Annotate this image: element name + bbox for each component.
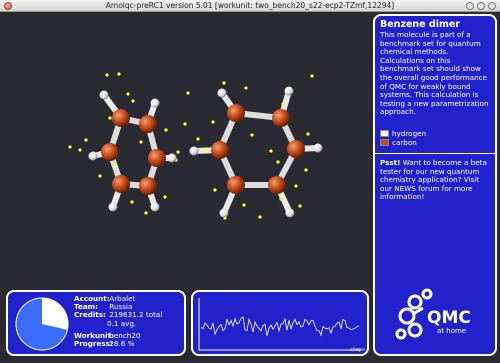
electron-walker	[163, 195, 167, 199]
electron-walker	[281, 102, 285, 106]
electron-walker	[222, 81, 226, 85]
electron-walker	[250, 133, 254, 137]
electron-walker	[306, 132, 310, 136]
carbon-atom	[268, 176, 286, 194]
hydrogen-atom	[217, 88, 227, 98]
electron-walker	[294, 184, 298, 188]
carbon-atom	[211, 141, 229, 159]
energy-trace	[200, 316, 360, 337]
hydrogen-atom	[167, 153, 177, 163]
credits-avg: 0.1 avg.	[107, 318, 137, 328]
beta-tester-notice: Psst! Want to become a beta tester for o…	[380, 158, 490, 202]
minimize-icon[interactable]	[466, 2, 474, 10]
legend-label-hydrogen: hydrogen	[392, 128, 427, 138]
hydrogen-atom	[284, 86, 294, 96]
graph-x-label: steps	[350, 347, 365, 353]
electron-walker	[269, 149, 273, 153]
electron-walker	[98, 174, 102, 178]
logo-text-sub: at home	[437, 327, 466, 335]
logo-text-main: QMC	[427, 308, 471, 328]
hydrogen-atom	[285, 208, 295, 218]
carbon-atom	[148, 149, 166, 167]
carbon-atom	[139, 177, 157, 195]
electron-walker	[78, 148, 82, 152]
electron-walker	[68, 145, 72, 149]
electron-walker	[276, 160, 280, 164]
hydrogen-atom	[150, 202, 160, 212]
credits-label: Credits:	[74, 310, 106, 320]
progress-value: 28.6 %	[109, 339, 135, 349]
energy-graph-panel: steps	[191, 290, 369, 356]
electron-walker	[310, 74, 314, 78]
electron-walker	[131, 99, 135, 103]
electron-walker	[204, 148, 208, 152]
carbon-atom	[227, 176, 245, 194]
electron-walker	[186, 91, 190, 95]
hydrogen-atom	[219, 208, 229, 218]
electron-walker	[244, 86, 248, 90]
electron-walker	[242, 203, 246, 207]
electron-walker	[130, 200, 134, 204]
maximize-icon[interactable]	[477, 2, 485, 10]
legend-item-hydrogen: hydrogen	[380, 129, 490, 138]
electron-walker	[279, 197, 283, 201]
molecule-viewport[interactable]	[0, 12, 372, 290]
stat-lines: Account: Arbalet Team: Russia Credits: 2…	[74, 294, 162, 349]
bond-group	[90, 88, 321, 216]
progress-label: Progress:	[74, 339, 113, 349]
electron-walker	[144, 211, 148, 215]
window-title: Amolqc-preRC1 version 5.01 [workunit: tw…	[105, 1, 395, 10]
legend-label-carbon: carbon	[392, 137, 417, 147]
electron-walker	[139, 140, 143, 144]
panel-divider	[375, 152, 495, 154]
hydrogen-atom	[99, 90, 109, 100]
progress-pie-chart	[15, 297, 69, 351]
carbon-atom	[287, 140, 305, 158]
hydrogen-atom	[189, 146, 199, 156]
carbon-atom	[101, 143, 119, 161]
energy-graph	[198, 298, 361, 351]
molecule-description: This molecule is part of a benchmark set…	[380, 30, 489, 117]
hydrogen-atom	[88, 151, 98, 161]
qmc-logo: QMC at home	[395, 288, 471, 340]
progress-row: Progress: 28.6 %	[74, 339, 162, 349]
carbon-atom	[139, 115, 157, 133]
electron-walker	[108, 116, 112, 120]
electron-walker	[258, 215, 262, 219]
electron-walker	[84, 138, 88, 142]
atom-legend: hydrogen carbon	[380, 129, 490, 147]
carbon-swatch	[380, 138, 389, 146]
electron-walker	[126, 92, 130, 96]
electron-walker	[211, 120, 215, 124]
hydrogen-atom	[150, 98, 160, 108]
restore-icon[interactable]	[488, 2, 496, 10]
carbon-atom	[112, 109, 130, 127]
electron-walker	[176, 150, 180, 154]
electron-walker	[304, 168, 308, 172]
molecule-heading: Benzene dimer	[380, 19, 461, 30]
electron-walker	[213, 188, 217, 192]
legend-item-carbon: carbon	[380, 138, 490, 147]
hydrogen-atom	[108, 202, 118, 212]
carbon-atom	[272, 109, 290, 127]
carbon-atom	[227, 104, 245, 122]
electron-walker	[164, 128, 168, 132]
electron-walker	[117, 72, 121, 76]
hydrogen-atom	[313, 143, 323, 153]
electron-walker	[183, 122, 187, 126]
electron-walker	[196, 137, 200, 141]
hydrogen-swatch	[380, 129, 389, 137]
electron-walker	[113, 164, 117, 168]
electron-walker	[298, 204, 302, 208]
window-titlebar: Amolqc-preRC1 version 5.01 [workunit: tw…	[0, 0, 500, 12]
carbon-atom	[112, 175, 130, 193]
stats-panel: Account: Arbalet Team: Russia Credits: 2…	[6, 290, 186, 356]
electron-walker	[105, 73, 109, 77]
info-panel: Benzene dimer This molecule is part of a…	[373, 14, 497, 356]
